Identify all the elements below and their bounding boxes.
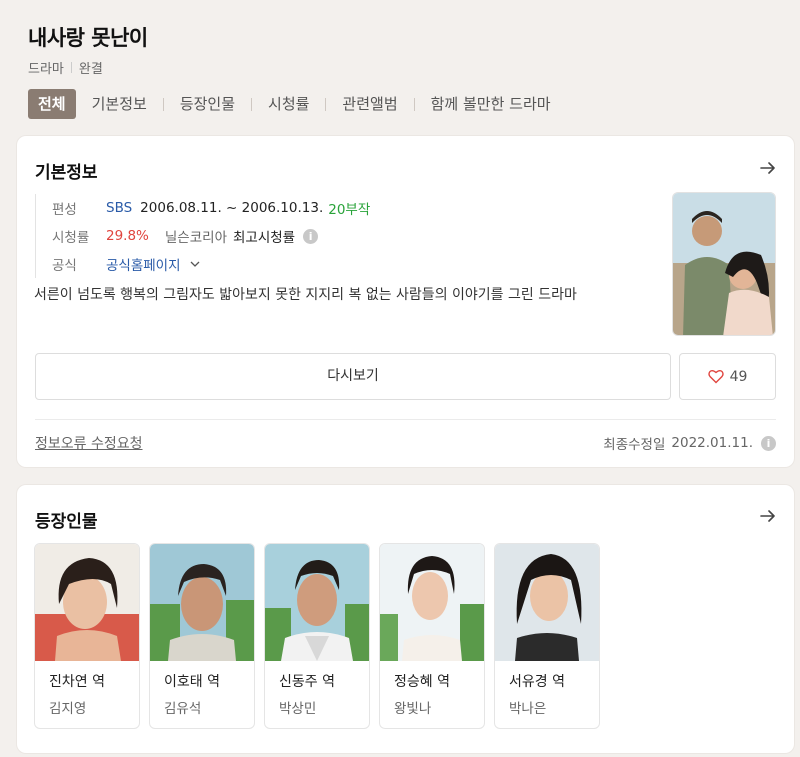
report-error-link[interactable]: 정보오류 수정요청 [35, 433, 143, 453]
cast-member[interactable]: 정승혜 역 왕빛나 [379, 543, 485, 729]
tab-divider [413, 97, 415, 111]
updated-date: 2022.01.11. [671, 435, 753, 451]
chevron-down-icon[interactable] [189, 258, 201, 270]
cast-photo [35, 544, 139, 661]
page-title: 내사랑 못난이 [28, 26, 148, 50]
official-homepage-link[interactable]: 공식홈페이지 [106, 254, 181, 274]
tab-similar-dramas[interactable]: 함께 볼만한 드라마 [425, 89, 557, 119]
tab-cast[interactable]: 등장인물 [174, 89, 241, 119]
cast-member[interactable]: 신동주 역 박상민 [264, 543, 370, 729]
drama-poster[interactable] [672, 192, 776, 336]
card-divider [35, 419, 776, 420]
cast-list: 진차연 역 김지영 이호태 역 김유석 신동주 역 박상민 정승혜 역 왕빛나 … [34, 543, 600, 729]
arrow-right-icon[interactable] [758, 506, 778, 526]
tab-bar: 전체 기본정보 등장인물 시청률 관련앨범 함께 볼만한 드라마 [28, 89, 557, 119]
cast-member[interactable]: 진차연 역 김지영 [34, 543, 140, 729]
cast-card: 등장인물 진차연 역 김지영 이호태 역 김유석 신동주 역 박상민 정승혜 역… [17, 485, 794, 753]
tab-all[interactable]: 전체 [28, 89, 76, 119]
like-button[interactable]: 49 [679, 353, 776, 400]
episode-count: 20부작 [328, 202, 371, 218]
arrow-right-icon[interactable] [758, 158, 778, 178]
basic-info-card: 기본정보 편성 SBS 2006.08.11. ~ 2006.10.13. 20… [17, 136, 794, 467]
page-header: 내사랑 못난이 드라마 완결 전체 기본정보 등장인물 시청률 관련앨범 함께 … [0, 0, 800, 125]
cast-photo [380, 544, 484, 661]
tab-divider [162, 97, 164, 111]
cast-actor: 왕빛나 [394, 701, 432, 717]
heart-icon [707, 370, 724, 384]
cast-member[interactable]: 이호태 역 김유석 [149, 543, 255, 729]
cast-role: 이호태 역 [164, 674, 220, 690]
cast-actor: 박나은 [509, 701, 547, 717]
tab-albums[interactable]: 관련앨범 [336, 89, 403, 119]
basic-info-title: 기본정보 [35, 163, 98, 183]
official-label: 공식 [52, 258, 77, 274]
cast-photo [265, 544, 369, 661]
cast-role: 신동주 역 [279, 674, 335, 690]
channel-link[interactable]: SBS [106, 200, 132, 216]
cast-title: 등장인물 [35, 512, 98, 532]
info-row-rating: 시청률 29.8% 닐슨코리아 최고시청률 i [52, 222, 370, 250]
cast-role: 서유경 역 [509, 674, 565, 690]
meta-divider [70, 62, 72, 73]
broadcast-period: 2006.08.11. ~ 2006.10.13. [140, 200, 324, 216]
info-icon[interactable]: i [761, 435, 776, 451]
broadcast-label: 편성 [52, 202, 77, 218]
cast-member[interactable]: 서유경 역 박나은 [494, 543, 600, 729]
cast-photo [150, 544, 254, 661]
tab-divider [325, 97, 327, 111]
cast-actor: 김지영 [49, 701, 87, 717]
tab-ratings[interactable]: 시청률 [262, 89, 315, 119]
cast-role: 정승혜 역 [394, 674, 450, 690]
info-row-official: 공식 공식홈페이지 [52, 250, 370, 278]
status-label: 완결 [78, 62, 103, 77]
tab-divider [251, 97, 253, 111]
last-updated: 최종수정일 2022.01.11. i [603, 433, 776, 453]
info-list: 편성 SBS 2006.08.11. ~ 2006.10.13. 20부작 시청… [35, 194, 370, 278]
info-icon[interactable]: i [303, 228, 319, 244]
cast-actor: 김유석 [164, 701, 202, 717]
info-row-broadcast: 편성 SBS 2006.08.11. ~ 2006.10.13. 20부작 [52, 194, 370, 222]
cast-role: 진차연 역 [49, 674, 105, 690]
drama-meta: 드라마 완결 [28, 58, 103, 77]
drama-description: 서른이 넘도록 행복의 그림자도 밟아보지 못한 지지리 복 없는 사람들의 이… [34, 287, 577, 303]
rating-value: 29.8% [106, 228, 149, 244]
rewatch-button[interactable]: 다시보기 [35, 353, 671, 400]
poster-image [673, 193, 775, 335]
like-count: 49 [729, 368, 748, 385]
updated-label: 최종수정일 [603, 437, 666, 453]
rating-type: 최고시청률 [233, 230, 296, 246]
tab-basic-info[interactable]: 기본정보 [86, 89, 153, 119]
cast-photo [495, 544, 599, 661]
cast-actor: 박상민 [279, 701, 317, 717]
rating-source: 닐슨코리아 [164, 230, 227, 246]
genre-label: 드라마 [28, 62, 64, 77]
rating-label: 시청률 [52, 230, 90, 246]
